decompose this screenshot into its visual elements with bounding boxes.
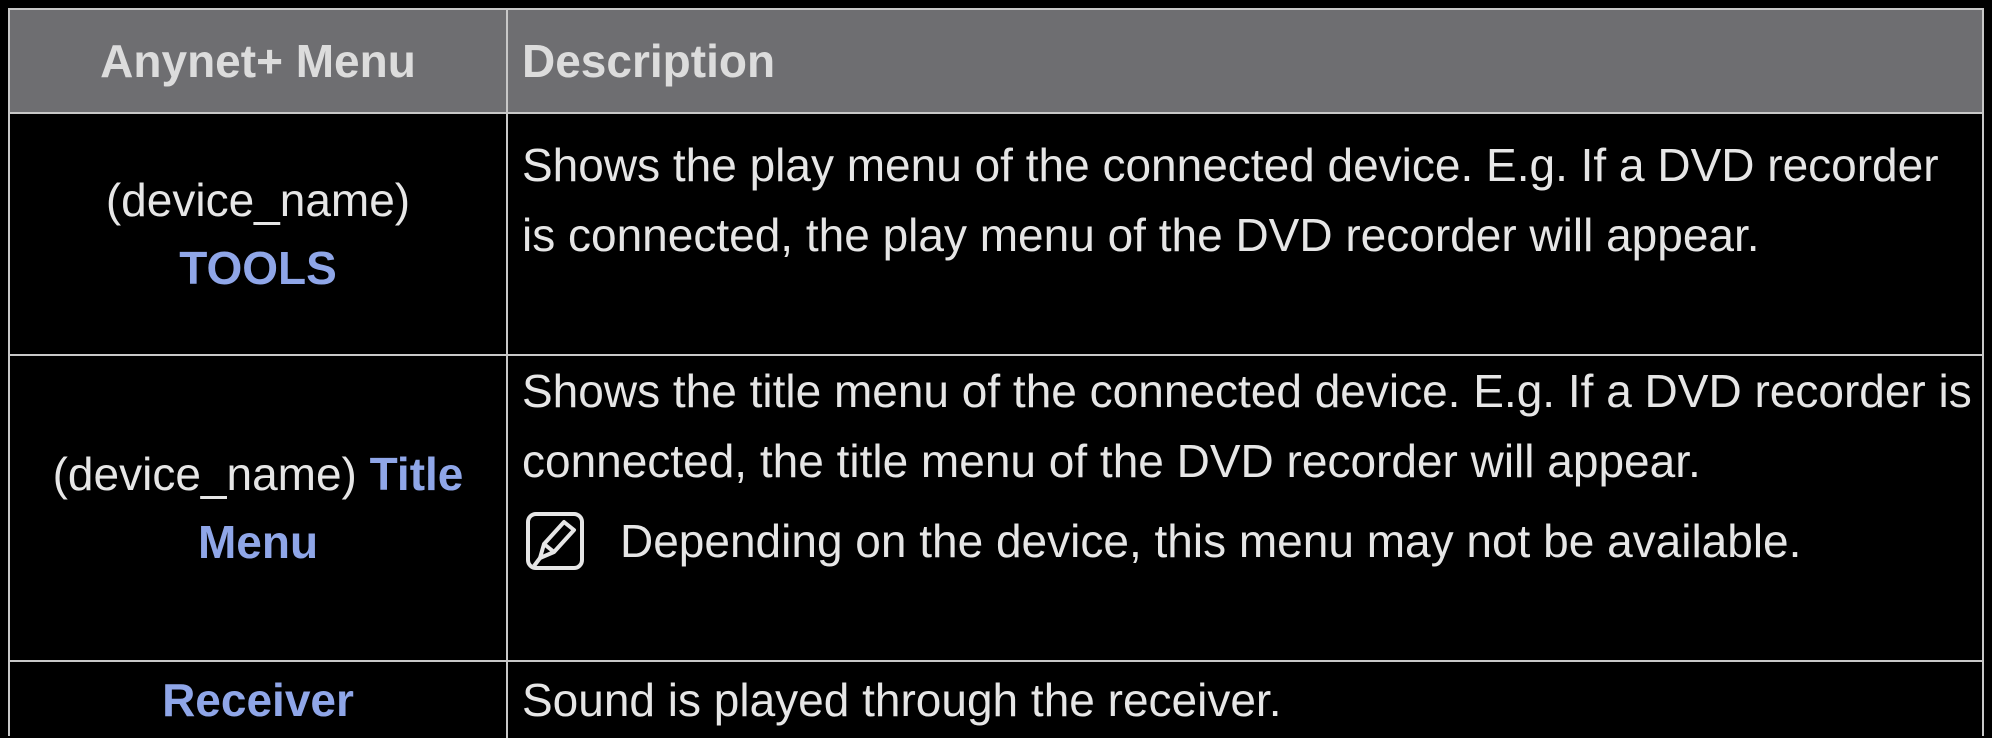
menu-cell: (device_name) Title Menu: [10, 356, 508, 660]
note-icon: [524, 510, 586, 572]
header-description: Description: [522, 35, 776, 87]
menu-prefix: (device_name): [105, 174, 411, 226]
table-row: (device_name) Title Menu Shows the title…: [10, 356, 1982, 662]
menu-prefix: (device_name): [52, 448, 357, 500]
menu-highlight: TOOLS: [179, 242, 337, 294]
description-cell: Shows the play menu of the connected dev…: [522, 139, 1939, 261]
description-text: Shows the title menu of the connected de…: [522, 365, 1972, 487]
menu-cell: Receiver: [10, 662, 508, 738]
description-cell: Sound is played through the receiver.: [522, 674, 1282, 726]
header-anynet-menu: Anynet+ Menu: [10, 10, 508, 112]
note: Depending on the device, this menu may n…: [522, 506, 1972, 576]
table-row: (device_name) TOOLS Shows the play menu …: [10, 114, 1982, 356]
menu-cell: (device_name) TOOLS: [10, 114, 508, 354]
table-header-row: Anynet+ Menu Description: [10, 10, 1982, 114]
description-cell: Shows the title menu of the connected de…: [508, 356, 1982, 660]
note-text: Depending on the device, this menu may n…: [620, 515, 1802, 567]
menu-highlight: Receiver: [162, 674, 354, 726]
table-row: Receiver Sound is played through the rec…: [10, 662, 1982, 738]
anynet-menu-table: Anynet+ Menu Description (device_name) T…: [8, 8, 1984, 738]
